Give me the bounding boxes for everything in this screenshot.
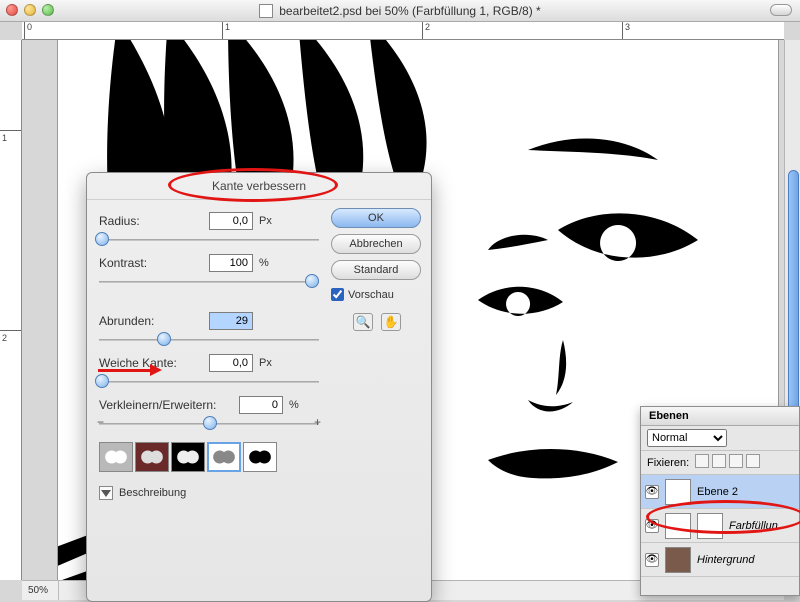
radius-unit: Px — [259, 215, 272, 227]
contrast-label: Kontrast: — [99, 256, 209, 270]
window-title-text: bearbeitet2.psd bei 50% (Farbfüllung 1, … — [279, 4, 540, 18]
ok-button[interactable]: OK — [331, 208, 421, 228]
ruler-tick: 2 — [0, 330, 21, 343]
radius-label: Radius: — [99, 214, 209, 228]
layers-panel-title[interactable]: Ebenen — [641, 407, 799, 426]
expand-label: Verkleinern/Erweitern: — [99, 398, 239, 412]
contrast-input[interactable] — [209, 254, 253, 272]
feather-unit: Px — [259, 357, 272, 369]
layer-row[interactable]: 👁 Farbfüllun — [641, 509, 799, 543]
expand-slider[interactable]: − + — [99, 418, 319, 428]
workspace: 0 1 2 3 1 2 — [0, 22, 800, 600]
layer-thumbnail[interactable] — [665, 479, 691, 505]
feather-label: Weiche Kante: — [99, 356, 209, 370]
radius-input[interactable] — [209, 212, 253, 230]
layer-mask-thumbnail[interactable] — [697, 513, 723, 539]
horizontal-ruler[interactable]: 0 1 2 3 — [22, 22, 784, 40]
document-icon — [259, 4, 273, 18]
blend-mode-select[interactable]: Normal — [647, 429, 727, 447]
layer-name[interactable]: Farbfüllun — [729, 520, 778, 532]
preview-checkbox[interactable] — [331, 288, 344, 301]
window-titlebar: bearbeitet2.psd bei 50% (Farbfüllung 1, … — [0, 0, 800, 22]
hand-tool-icon[interactable]: ✋ — [381, 313, 401, 331]
feather-slider[interactable] — [99, 376, 319, 386]
lock-all-icon[interactable] — [746, 454, 760, 468]
lock-position-icon[interactable] — [729, 454, 743, 468]
preview-checkbox-row[interactable]: Vorschau — [331, 288, 421, 301]
close-window-button[interactable] — [6, 4, 18, 16]
preview-mode-overlay[interactable] — [135, 442, 169, 472]
zoom-window-button[interactable] — [42, 4, 54, 16]
expand-input[interactable] — [239, 396, 283, 414]
blend-mode-row: Normal — [641, 426, 799, 451]
layer-name[interactable]: Hintergrund — [697, 554, 754, 566]
layer-row[interactable]: 👁 Hintergrund — [641, 543, 799, 577]
feather-input[interactable] — [209, 354, 253, 372]
visibility-toggle-icon[interactable]: 👁 — [645, 553, 659, 567]
minimize-window-button[interactable] — [24, 4, 36, 16]
expand-plus: + — [314, 415, 321, 429]
expand-unit: % — [289, 399, 299, 411]
traffic-lights — [6, 4, 54, 16]
preview-mode-black[interactable] — [171, 442, 205, 472]
layer-thumbnail[interactable] — [665, 513, 691, 539]
dialog-button-column: OK Abbrechen Standard Vorschau 🔍 ✋ — [331, 208, 421, 331]
ruler-tick: 1 — [0, 130, 21, 143]
refine-edge-dialog: Kante verbessern OK Abbrechen Standard V… — [86, 172, 432, 602]
visibility-toggle-icon[interactable]: 👁 — [645, 485, 659, 499]
radius-slider[interactable] — [99, 234, 319, 244]
smooth-slider[interactable] — [99, 334, 319, 344]
vertical-scrollbar-thumb[interactable] — [788, 170, 799, 430]
lock-transparent-icon[interactable] — [695, 454, 709, 468]
lock-pixels-icon[interactable] — [712, 454, 726, 468]
zoom-level[interactable]: 50% — [22, 581, 59, 600]
contrast-unit: % — [259, 257, 269, 269]
preview-tool-icons: 🔍 ✋ — [331, 313, 421, 331]
smooth-label: Abrunden: — [99, 314, 209, 328]
default-button[interactable]: Standard — [331, 260, 421, 280]
zoom-tool-icon[interactable]: 🔍 — [353, 313, 373, 331]
expand-minus: − — [97, 415, 104, 429]
preview-mode-standard[interactable] — [99, 442, 133, 472]
window-title: bearbeitet2.psd bei 50% (Farbfüllung 1, … — [259, 4, 540, 18]
visibility-toggle-icon[interactable]: 👁 — [645, 519, 659, 533]
lock-label: Fixieren: — [647, 457, 689, 469]
description-label: Beschreibung — [119, 487, 186, 499]
ruler-tick: 3 — [622, 22, 630, 39]
lock-row: Fixieren: — [641, 451, 799, 475]
smooth-input[interactable] — [209, 312, 253, 330]
preview-mode-mask[interactable] — [243, 442, 277, 472]
ruler-tick: 2 — [422, 22, 430, 39]
ruler-tick: 0 — [24, 22, 32, 39]
layers-panel[interactable]: Ebenen Normal Fixieren: 👁 Ebene 2 👁 Farb… — [640, 406, 800, 596]
cancel-button[interactable]: Abbrechen — [331, 234, 421, 254]
description-toggle[interactable]: Beschreibung — [99, 486, 419, 500]
preview-mode-white[interactable] — [207, 442, 241, 472]
contrast-slider[interactable] — [99, 276, 319, 286]
preview-label: Vorschau — [348, 289, 394, 301]
dialog-title: Kante verbessern — [87, 173, 431, 200]
ruler-tick: 1 — [222, 22, 230, 39]
layer-name[interactable]: Ebene 2 — [697, 486, 738, 498]
lock-icons — [695, 454, 760, 471]
preview-mode-swatches — [99, 442, 419, 472]
layer-row[interactable]: 👁 Ebene 2 — [641, 475, 799, 509]
toolbar-toggle-button[interactable] — [770, 4, 792, 16]
vertical-ruler[interactable]: 1 2 — [0, 40, 22, 580]
layer-thumbnail[interactable] — [665, 547, 691, 573]
